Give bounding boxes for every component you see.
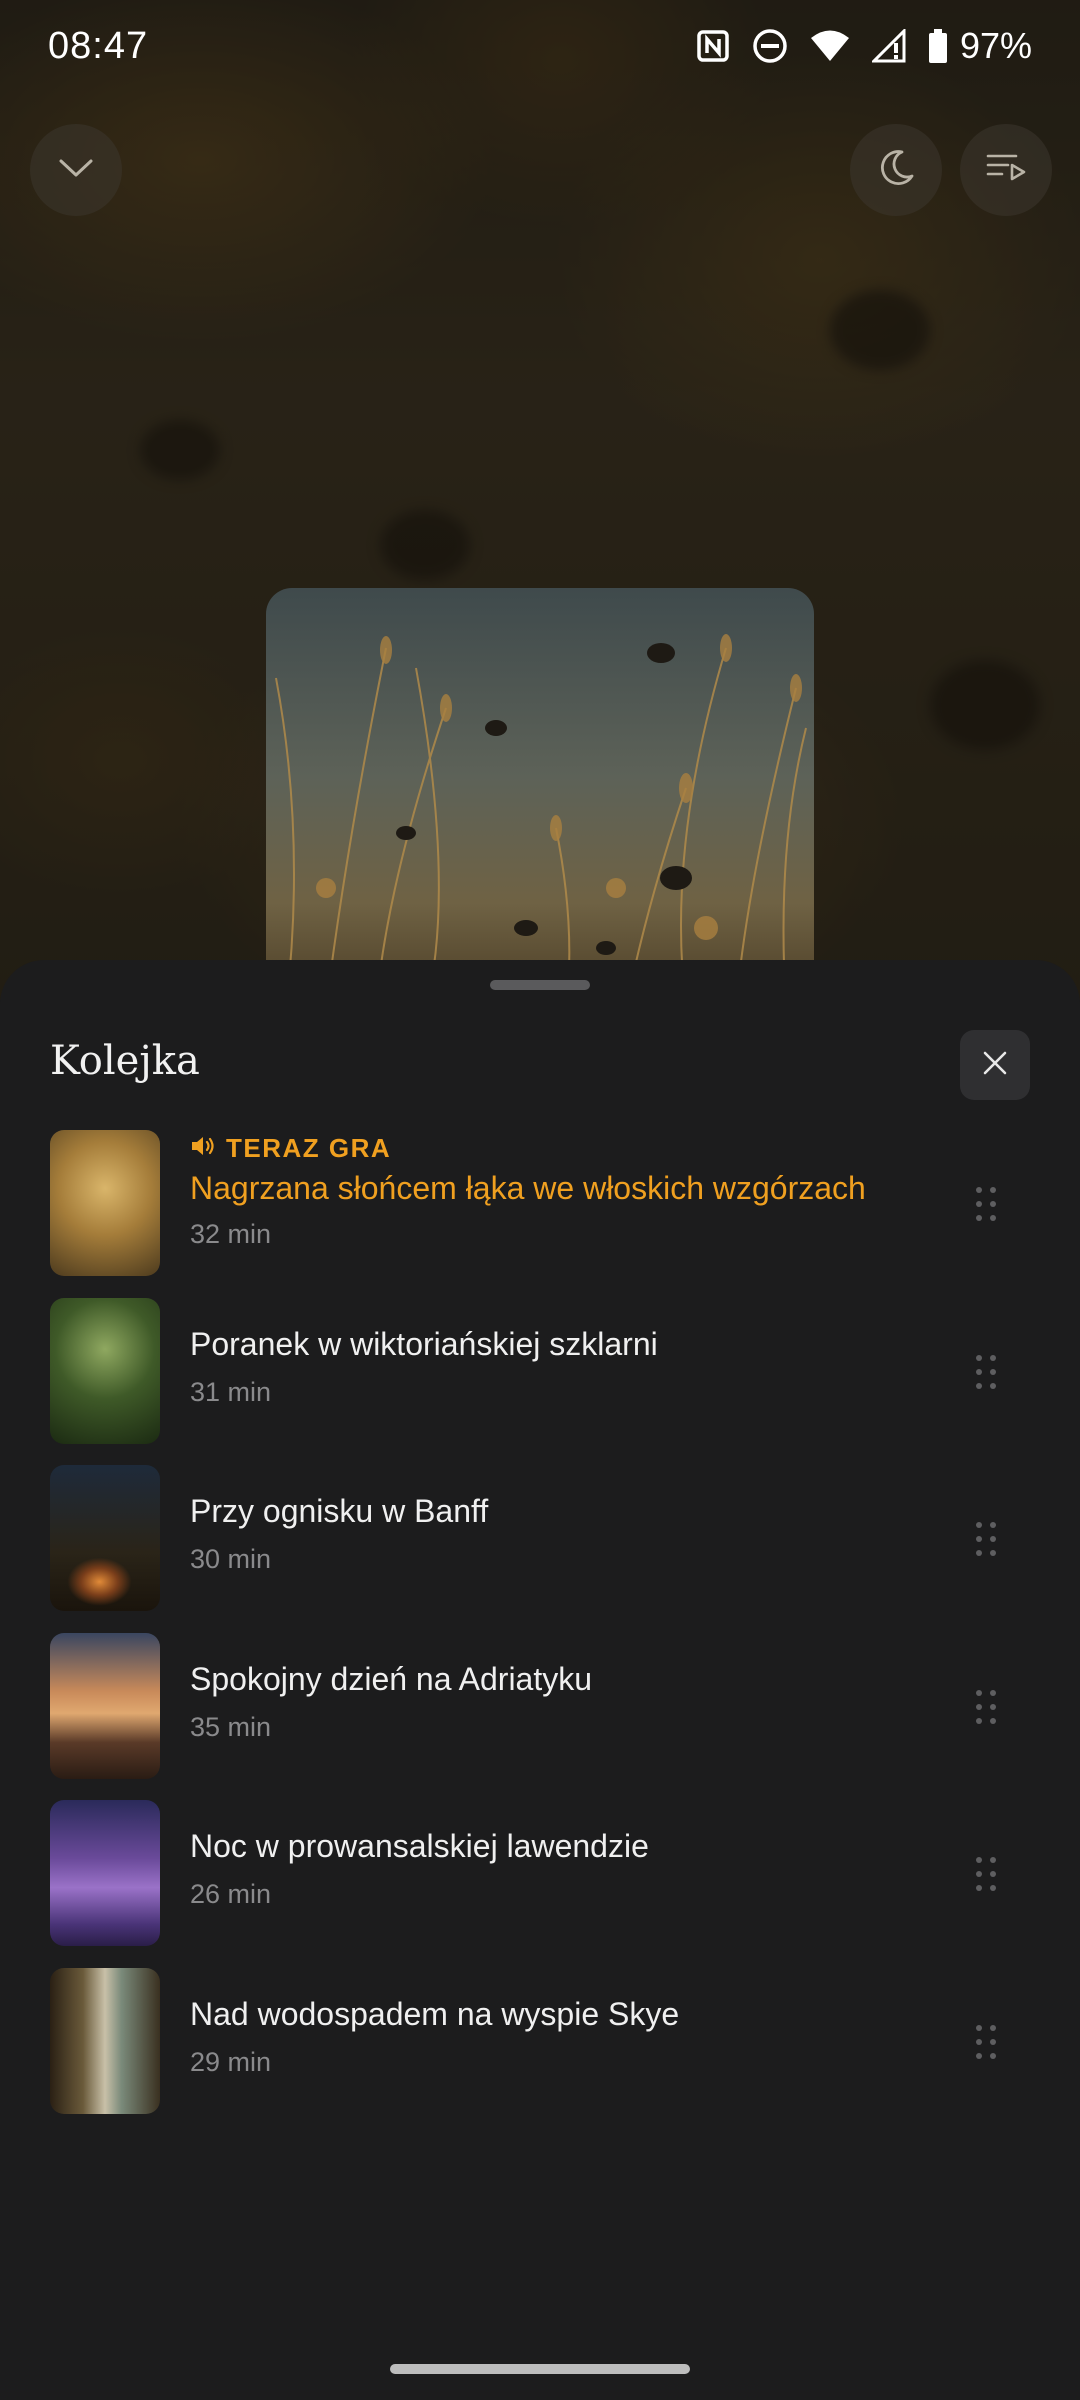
track-title: Spokojny dzień na Adriatyku — [190, 1660, 593, 1697]
drag-handle-icon[interactable] — [972, 2022, 1000, 2062]
queue-item[interactable]: TERAZ GRA Nagrzana słońcem łąka we włosk… — [0, 1130, 1080, 1298]
track-duration: 30 min — [190, 1544, 272, 1574]
drag-handle-icon[interactable] — [972, 1352, 1000, 1392]
drag-handle-icon[interactable] — [972, 1854, 1000, 1894]
track-thumbnail — [50, 1967, 160, 2114]
album-artwork — [266, 588, 814, 1008]
track-info: Poranek w wiktoriańskiej szklarni 31 min — [190, 1326, 930, 1408]
track-thumbnail — [50, 1800, 160, 1946]
collapse-player-button[interactable] — [30, 124, 122, 216]
battery-icon — [928, 29, 948, 63]
track-info: Przy ognisku w Banff 30 min — [190, 1493, 930, 1575]
track-title: Poranek w wiktoriańskiej szklarni — [190, 1325, 658, 1362]
speaker-icon — [190, 1133, 216, 1164]
home-indicator[interactable] — [390, 2364, 690, 2374]
queue-icon — [986, 152, 1026, 189]
wifi-icon — [810, 29, 850, 63]
track-thumbnail — [50, 1632, 160, 1779]
track-duration: 29 min — [190, 2046, 272, 2077]
track-duration: 31 min — [190, 1376, 272, 1407]
track-thumbnail — [50, 1465, 160, 1611]
track-duration: 32 min — [190, 1219, 272, 1249]
track-thumbnail — [50, 1297, 160, 1444]
sheet-drag-handle[interactable] — [490, 980, 590, 990]
do-not-disturb-icon — [752, 28, 788, 64]
sleep-timer-button[interactable] — [850, 124, 942, 216]
status-bar: 08:47 97% — [0, 0, 1080, 92]
status-icons: 97% — [696, 25, 1032, 67]
close-icon — [982, 1050, 1008, 1081]
track-info: TERAZ GRA Nagrzana słońcem łąka we włosk… — [190, 1130, 930, 1250]
chevron-down-icon — [58, 158, 94, 183]
track-info: Noc w prowansalskiej lawendzie 26 min — [190, 1828, 930, 1910]
drag-handle-icon[interactable] — [972, 1519, 1000, 1559]
track-title: Noc w prowansalskiej lawendzie — [190, 1828, 649, 1864]
queue-item[interactable]: Poranek w wiktoriańskiej szklarni 31 min — [0, 1297, 1080, 1466]
queue-list: TERAZ GRA Nagrzana słońcem łąka we włosk… — [0, 1130, 1080, 2135]
drag-handle-icon[interactable] — [972, 1687, 1000, 1727]
moon-icon — [876, 148, 916, 193]
track-title: Nad wodospadem na wyspie Skye — [190, 1995, 680, 2032]
now-playing-label: TERAZ GRA — [226, 1132, 392, 1163]
track-info: Nad wodospadem na wyspie Skye 29 min — [190, 1996, 930, 2078]
status-time: 08:47 — [48, 24, 149, 67]
queue-sheet: Kolejka TERAZ GRA Nagrzana słońcem łąka … — [0, 960, 1080, 2400]
track-title: Nagrzana słońcem łąka we włoskich wzgórz… — [190, 1170, 866, 1206]
queue-item[interactable]: Przy ognisku w Banff 30 min — [0, 1465, 1080, 1633]
sheet-title: Kolejka — [50, 1038, 200, 1084]
track-duration: 35 min — [190, 1711, 272, 1742]
drag-handle-icon[interactable] — [972, 1184, 1000, 1224]
queue-item[interactable]: Noc w prowansalskiej lawendzie 26 min — [0, 1800, 1080, 1968]
close-button[interactable] — [960, 1030, 1030, 1100]
queue-item[interactable]: Nad wodospadem na wyspie Skye 29 min — [0, 1967, 1080, 2136]
signal-icon — [871, 29, 906, 63]
track-thumbnail — [50, 1130, 160, 1276]
track-title: Przy ognisku w Banff — [190, 1493, 489, 1529]
now-playing-indicator: TERAZ GRA — [190, 1130, 930, 1166]
nfc-icon — [696, 29, 730, 63]
queue-item[interactable]: Spokojny dzień na Adriatyku 35 min — [0, 1632, 1080, 1801]
track-duration: 26 min — [190, 1879, 272, 1909]
battery-percentage: 97% — [959, 25, 1032, 66]
track-info: Spokojny dzień na Adriatyku 35 min — [190, 1661, 930, 1743]
queue-button[interactable] — [960, 124, 1052, 216]
